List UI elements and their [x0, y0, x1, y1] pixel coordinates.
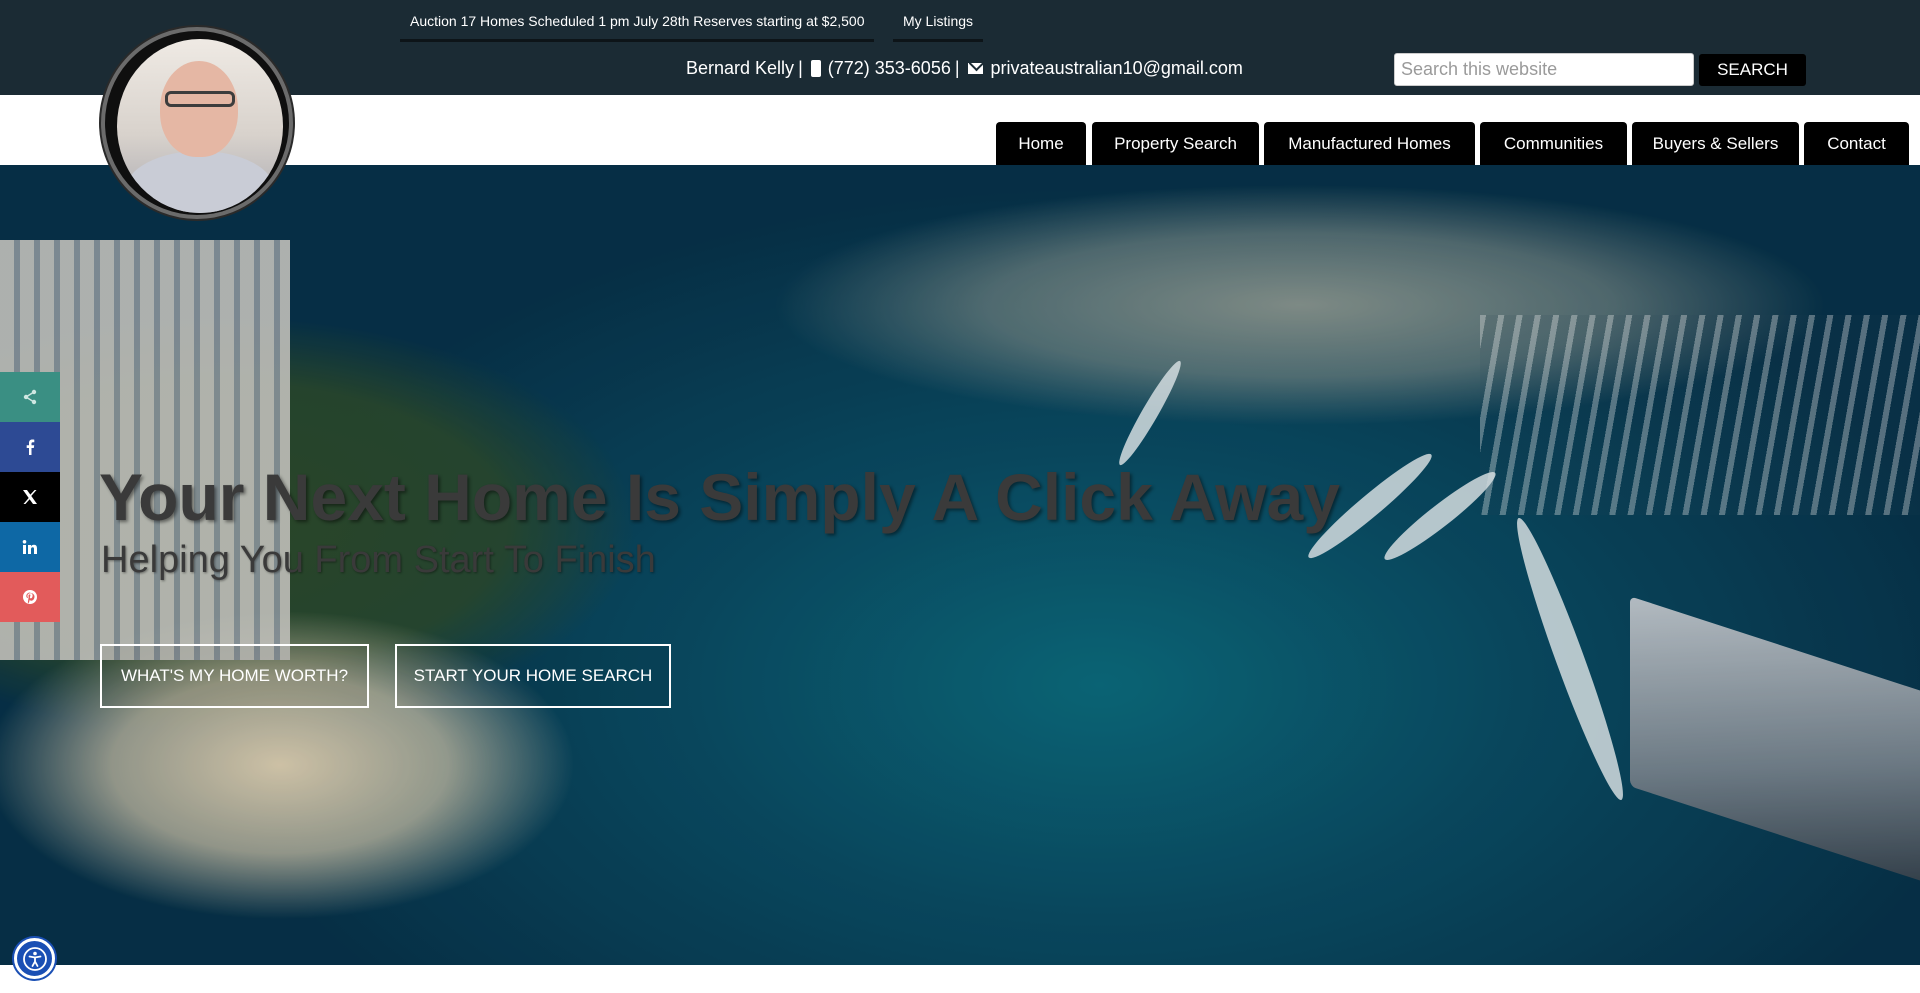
- email-address[interactable]: privateaustralian10@gmail.com: [991, 58, 1243, 79]
- share-icon: [23, 389, 37, 405]
- hero-title: Your Next Home Is Simply A Click Away: [99, 460, 1340, 534]
- agent-avatar[interactable]: [101, 27, 293, 219]
- nav-home[interactable]: Home: [996, 122, 1086, 165]
- auction-announcement-link[interactable]: Auction 17 Homes Scheduled 1 pm July 28t…: [400, 0, 874, 42]
- agent-name: Bernard Kelly: [686, 57, 795, 78]
- start-home-search-button[interactable]: START YOUR HOME SEARCH: [395, 644, 671, 708]
- hero-subtitle: Helping You From Start To Finish: [101, 539, 656, 581]
- facebook-share-button[interactable]: [0, 422, 60, 472]
- phone-number[interactable]: (772) 353-6056: [828, 58, 951, 79]
- pinterest-icon: [23, 590, 37, 604]
- phone-icon: [810, 59, 821, 77]
- nav-manufactured-homes[interactable]: Manufactured Homes: [1264, 122, 1475, 165]
- share-button[interactable]: [0, 372, 60, 422]
- email-icon: [967, 62, 983, 74]
- agent-photo: [117, 39, 283, 213]
- top-bar: Auction 17 Homes Scheduled 1 pm July 28t…: [0, 0, 1920, 95]
- nav-communities[interactable]: Communities: [1480, 122, 1627, 165]
- nav-buyers-sellers[interactable]: Buyers & Sellers: [1632, 122, 1799, 165]
- separator: |: [954, 57, 960, 78]
- separator: |: [798, 57, 803, 78]
- facebook-icon: [26, 439, 35, 455]
- site-search-input[interactable]: [1394, 53, 1694, 86]
- search-button[interactable]: SEARCH: [1699, 54, 1806, 86]
- linkedin-icon: [22, 540, 37, 554]
- nav-property-search[interactable]: Property Search: [1092, 122, 1259, 165]
- hero-banner: Your Next Home Is Simply A Click Away He…: [0, 165, 1920, 965]
- linkedin-share-button[interactable]: [0, 522, 60, 572]
- pinterest-share-button[interactable]: [0, 572, 60, 622]
- accessibility-icon: [22, 946, 47, 971]
- accessibility-button[interactable]: [14, 938, 55, 979]
- contact-info: Bernard Kelly | (772) 353-6056 | private…: [686, 56, 1243, 80]
- my-listings-link[interactable]: My Listings: [893, 0, 983, 42]
- x-icon: [23, 490, 37, 504]
- home-worth-button[interactable]: WHAT'S MY HOME WORTH?: [100, 644, 369, 708]
- nav-contact[interactable]: Contact: [1804, 122, 1909, 165]
- x-share-button[interactable]: [0, 472, 60, 522]
